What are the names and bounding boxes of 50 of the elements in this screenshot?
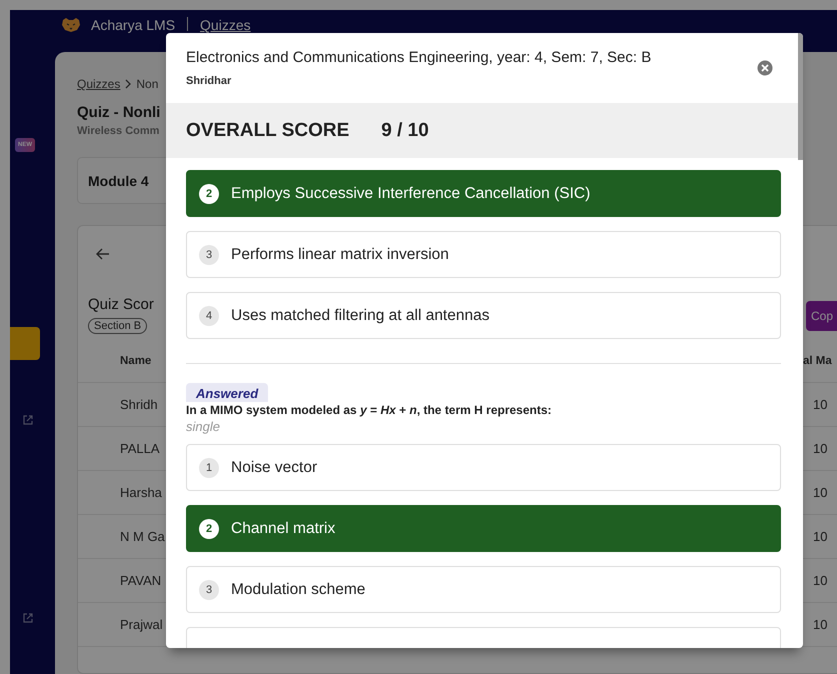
back-arrow-icon[interactable]: [96, 248, 110, 260]
section-chip[interactable]: Section B: [88, 318, 148, 334]
option-number: 2: [199, 518, 219, 538]
option-number: 2: [199, 184, 219, 204]
dialog-title: Electronics and Communications Engineering, year: 4, Sem: 7, Sec: B: [186, 49, 652, 66]
table-cell: PALLA: [120, 441, 160, 456]
option-text: Modulation scheme: [231, 580, 366, 598]
quiz-subtitle: Wireless Comm: [77, 125, 160, 137]
table-cell-text: 10: [812, 397, 828, 412]
option-text: Performs linear matrix inversion: [231, 246, 449, 264]
table-cell-text: 10: [812, 617, 828, 632]
option-number: 3: [199, 580, 219, 600]
table-cell: Shridh: [120, 397, 158, 412]
card-title: Quiz Scor: [88, 296, 155, 313]
option-text: Employs Successive Interference Cancellation (SIC): [231, 184, 590, 202]
chevron-right-icon: [125, 79, 132, 89]
table-cell: Harsha: [120, 485, 162, 500]
student-name: Shridhar: [186, 75, 232, 87]
option-number: 3: [199, 244, 219, 264]
table-cell: N M Ga: [120, 529, 165, 544]
table-cell-text: 10: [812, 529, 828, 544]
section-link[interactable]: Quizzes: [200, 17, 251, 33]
question-text: In a MIMO system modeled as y = Hx + n, the term H represents:: [186, 403, 553, 417]
quiz-title: Quiz - Nonli: [77, 104, 160, 121]
module-label: Module 4: [88, 172, 149, 188]
score-label: OVERALL SCORE: [186, 120, 350, 142]
status-tag: Answered: [186, 383, 268, 402]
score-value: 9 / 10: [381, 120, 429, 142]
column-header: al Ma: [803, 354, 833, 366]
option-text: Channel matrix: [231, 520, 336, 538]
breadcrumb-link[interactable]: Quizzes: [77, 77, 120, 91]
option-number: 1: [199, 458, 219, 478]
question-type: single: [186, 419, 221, 434]
table-cell-text: 10: [812, 441, 828, 456]
copy-button[interactable]: Cop: [806, 301, 837, 331]
external-link-icon[interactable]: [22, 612, 34, 624]
scrollbar[interactable]: [798, 33, 803, 160]
app-name: Acharya LMS: [91, 17, 176, 33]
table-cell: Prajwal: [120, 617, 163, 632]
external-link-icon[interactable]: [22, 414, 34, 426]
tiger-logo-icon: [61, 17, 81, 33]
table-cell-text: 10: [812, 573, 828, 588]
option-number: 4: [199, 306, 219, 326]
breadcrumb-current: Non: [136, 77, 158, 91]
close-icon[interactable]: [757, 60, 773, 76]
option-text: Noise vector: [231, 458, 318, 476]
column-header: Name: [120, 354, 152, 366]
table-cell: PAVAN: [120, 573, 162, 588]
table-cell-text: 10: [812, 485, 828, 500]
option-text: Uses matched filtering at all antennas: [231, 306, 490, 324]
